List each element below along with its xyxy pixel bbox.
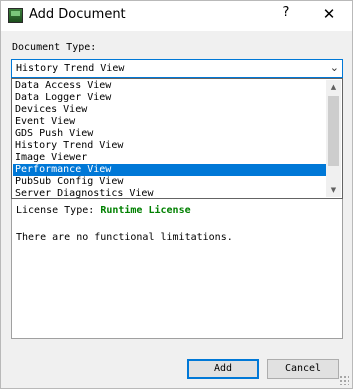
document-info-panel: License Type: Runtime License There are … [11,199,343,339]
add-document-dialog: Add Document ? ✕ Document Type: History … [0,0,353,389]
dropdown-option[interactable]: GDS Push View [13,128,327,140]
dropdown-option[interactable]: Image Viewer [13,152,327,164]
document-type-label: Document Type: [12,42,97,53]
add-button[interactable]: Add [187,359,259,379]
scroll-down-arrow-icon[interactable]: ▼ [326,183,341,197]
scrollbar-thumb[interactable] [328,96,339,166]
document-type-dropdown-list: Data Access View Data Logger View Devices … [11,78,343,199]
app-icon [8,8,23,23]
dropdown-option[interactable]: Devices View [13,104,327,116]
dropdown-scrollbar[interactable]: ▲ ▼ [326,80,341,197]
document-type-combobox[interactable]: History Trend View ⌄ [11,59,343,78]
license-line: License Type: Runtime License [16,205,191,216]
resize-grip[interactable] [339,375,349,385]
license-type-value: Runtime License [100,205,191,216]
combobox-value: History Trend View [16,63,125,74]
close-button[interactable]: ✕ [319,5,339,25]
title-bar: Add Document ? ✕ [1,1,352,31]
chevron-down-icon[interactable]: ⌄ [330,61,339,74]
help-button[interactable]: ? [277,5,295,25]
cancel-button[interactable]: Cancel [267,359,339,379]
scroll-up-arrow-icon[interactable]: ▲ [326,80,341,94]
dropdown-option[interactable]: PubSub Config View [13,176,327,188]
dropdown-option[interactable]: Event View [13,116,327,128]
limitations-text: There are no functional limitations. [16,232,233,243]
dropdown-option[interactable]: Data Access View [13,80,327,92]
dialog-title: Add Document [29,7,126,22]
dropdown-option[interactable]: History Trend View [13,140,327,152]
dropdown-option[interactable]: Performance View [13,164,327,176]
dropdown-option[interactable]: Data Logger View [13,92,327,104]
license-type-label: License Type: [16,205,95,216]
options-list: Data Access View Data Logger View Devices … [13,80,327,200]
